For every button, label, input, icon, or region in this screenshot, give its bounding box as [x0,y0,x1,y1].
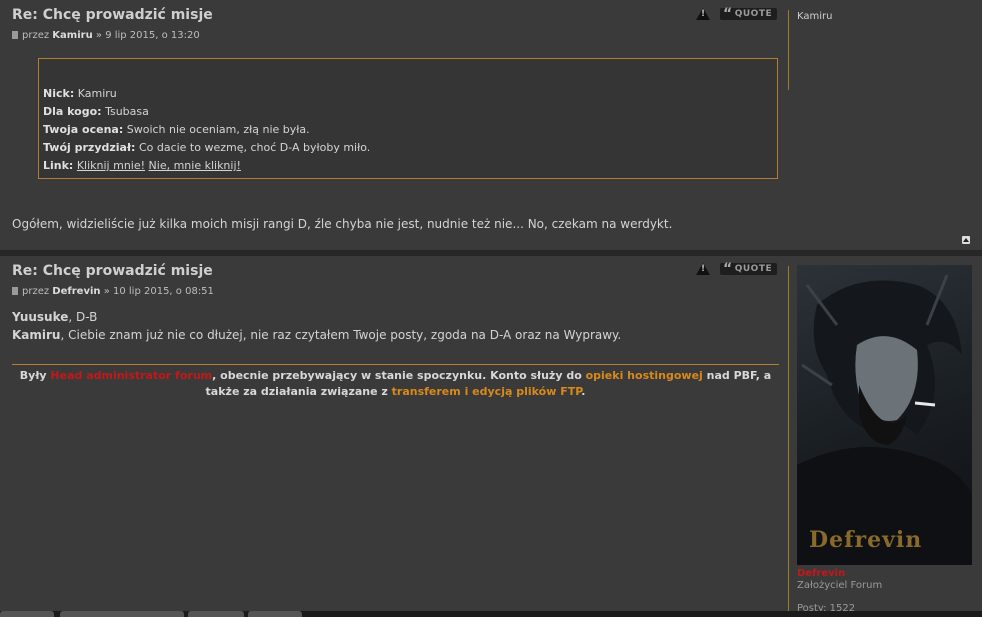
post-icon [12,287,18,295]
report-icon[interactable] [696,263,710,275]
taskbar-tab[interactable] [188,611,244,617]
report-icon[interactable] [696,8,710,20]
avatar-logo: Defrevin [809,527,923,553]
hosting-link[interactable]: opieki hostingowej [586,369,703,382]
signature-divider [12,364,779,365]
link-1[interactable]: Kliknij mnie! [77,159,145,172]
quote-button[interactable]: “QUOTE [720,6,778,22]
link-2[interactable]: Nie, mnie kliknij! [149,159,241,172]
post-meta: przez Defrevin » 10 lip 2015, o 08:51 [12,286,214,297]
post-title[interactable]: Re: Chcę prowadzić misje [12,263,213,279]
post-body-line-2: Kamiru, Ciebie znam już nie co dłużej, n… [12,328,622,342]
signature: Były Head administrator forum, obecnie p… [19,369,772,398]
profile-divider [788,10,789,90]
post-date: » 10 lip 2015, o 08:51 [103,286,214,297]
quote-icon: “ [723,6,733,22]
post-date: » 9 lip 2015, o 13:20 [95,30,200,41]
quote-button[interactable]: “QUOTE [720,261,778,277]
post-actions: “QUOTE [696,6,778,22]
back-to-top-icon[interactable] [962,236,970,244]
post-body-line-1: Yuusuke, D-B [12,310,98,324]
post-icon [12,31,18,39]
role-link[interactable]: Head administrator forum [50,369,212,382]
post-author[interactable]: Defrevin [52,286,100,297]
avatar-art [797,274,972,565]
taskbar-tab[interactable] [0,611,54,617]
profile-name[interactable]: Defrevin [797,568,845,579]
taskbar-tab[interactable] [60,611,184,617]
post-title[interactable]: Re: Chcę prowadzić misje [12,7,213,23]
post-body: Ogółem, widzieliście już kilka moich mis… [12,217,673,231]
avatar[interactable]: Defrevin [797,265,972,565]
post-actions: “QUOTE [696,261,778,277]
post-author[interactable]: Kamiru [52,30,92,41]
profile-divider [788,266,789,617]
quote-icon: “ [723,261,733,277]
post-meta: przez Kamiru » 9 lip 2015, o 13:20 [12,30,200,41]
taskbar-tab[interactable] [248,611,302,617]
ftp-link[interactable]: transferem i edycją plików FTP [392,385,582,398]
mission-form: Nick: Kamiru Dla kogo: Tsubasa Twoja oce… [38,58,778,179]
profile-name[interactable]: Kamiru [797,11,832,22]
profile-rank: Założyciel Forum [797,580,883,591]
post-1: Re: Chcę prowadzić misje przez Kamiru » … [0,0,982,250]
